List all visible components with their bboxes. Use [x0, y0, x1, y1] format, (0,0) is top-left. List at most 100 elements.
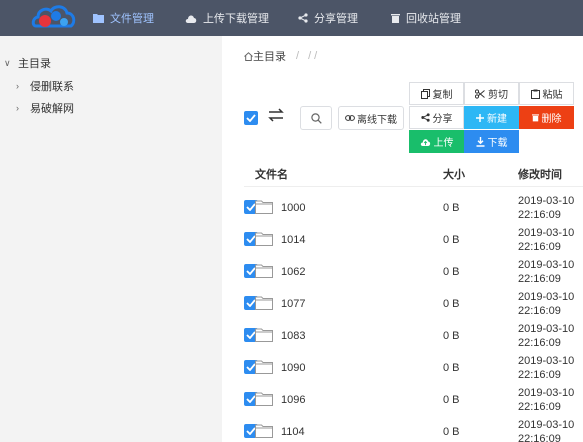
file-name[interactable]: 1104 [281, 426, 305, 438]
new-button[interactable]: 新建 [464, 106, 519, 129]
copy-label: 复制 [432, 90, 453, 101]
copy-icon [420, 88, 430, 99]
tree-node-child[interactable]: › 易破解网 [16, 100, 74, 116]
file-modified-time: 2019-03-10 22:16:09 [518, 195, 575, 221]
table-row[interactable]: 1062 0 B 2019-03-10 22:16:09 [222, 255, 583, 287]
offline-download-label: 离线下载 [357, 114, 397, 126]
chevron-down-icon[interactable]: ∨ [4, 58, 14, 69]
folder-icon [255, 264, 273, 278]
share-label: 分享 [432, 114, 453, 125]
paste-button[interactable]: 粘贴 [519, 82, 574, 105]
file-modified-time: 2019-03-10 22:16:09 [518, 387, 575, 413]
nav-file-management[interactable]: 文件管理 [93, 0, 154, 36]
delete-button[interactable]: 删除 [519, 106, 574, 129]
folder-icon [255, 232, 273, 246]
file-name[interactable]: 1062 [281, 266, 305, 278]
search-icon [310, 112, 322, 124]
cloud-icon [185, 14, 197, 23]
folder-icon [93, 14, 104, 23]
offline-download-button[interactable]: 离线下载 [338, 106, 404, 130]
plus-icon [476, 113, 484, 122]
nav-share-management[interactable]: 分享管理 [298, 0, 358, 36]
cut-label: 剪切 [488, 90, 508, 101]
breadcrumb-separator: / // [296, 50, 321, 62]
download-icon [476, 136, 484, 147]
tree-node-root-label: 主目录 [18, 58, 51, 70]
tree-node-root[interactable]: ∨ 主目录 [4, 55, 51, 71]
share-button[interactable]: 分享 [409, 106, 464, 129]
table-row[interactable]: 1000 0 B 2019-03-10 22:16:09 [222, 191, 583, 223]
file-size: 0 B [443, 362, 460, 374]
folder-icon [255, 360, 273, 374]
file-modified-time: 2019-03-10 22:16:09 [518, 227, 575, 253]
swap-arrows-icon[interactable] [268, 108, 284, 125]
clipboard-icon [530, 89, 540, 99]
table-row[interactable]: 1096 0 B 2019-03-10 22:16:09 [222, 383, 583, 415]
file-name[interactable]: 1000 [281, 202, 305, 214]
table-row[interactable]: 1083 0 B 2019-03-10 22:16:09 [222, 319, 583, 351]
file-list-panel: 主目录 / // 离线下载 复制 剪切 粘贴 分享 新建 删除 上传 下载 文件… [222, 36, 583, 442]
column-header-size[interactable]: 大小 [443, 166, 465, 182]
breadcrumb-root[interactable]: 主目录 [253, 48, 286, 64]
folder-icon [255, 392, 273, 406]
share-icon [420, 113, 430, 122]
file-size: 0 B [443, 394, 460, 406]
file-modified-time: 2019-03-10 22:16:09 [518, 419, 575, 442]
table-row[interactable]: 1014 0 B 2019-03-10 22:16:09 [222, 223, 583, 255]
column-header-name[interactable]: 文件名 [255, 166, 288, 182]
tree-node-child-label: 易破解网 [30, 103, 74, 115]
folder-icon [255, 296, 273, 310]
nav-share-management-label: 分享管理 [314, 13, 358, 25]
nav-recycle-bin-management-label: 回收站管理 [406, 13, 461, 25]
file-name[interactable]: 1014 [281, 234, 305, 246]
new-label: 新建 [487, 114, 507, 125]
link-icon [345, 115, 355, 121]
header-divider [244, 186, 583, 187]
share-icon [298, 13, 308, 23]
nav-recycle-bin-management[interactable]: 回收站管理 [391, 0, 461, 36]
upload-button[interactable]: 上传 [409, 130, 464, 153]
nav-transfer-management[interactable]: 上传下载管理 [185, 0, 269, 36]
breadcrumb: 主目录 / // [244, 48, 320, 64]
file-modified-time: 2019-03-10 22:16:09 [518, 323, 575, 349]
nav-transfer-management-label: 上传下载管理 [203, 13, 269, 25]
file-name[interactable]: 1096 [281, 394, 305, 406]
table-row[interactable]: 1077 0 B 2019-03-10 22:16:09 [222, 287, 583, 319]
trash-icon [531, 114, 539, 122]
home-icon[interactable] [244, 51, 253, 61]
file-size: 0 B [443, 202, 460, 214]
table-row[interactable]: 1104 0 B 2019-03-10 22:16:09 [222, 415, 583, 442]
upload-label: 上传 [433, 138, 454, 149]
chevron-right-icon[interactable]: › [16, 81, 26, 91]
select-all-checkbox[interactable] [244, 111, 258, 125]
file-name[interactable]: 1077 [281, 298, 305, 310]
app-logo[interactable] [30, 2, 78, 34]
scissors-icon [475, 88, 485, 99]
folder-icon [255, 328, 273, 342]
chevron-right-icon[interactable]: › [16, 103, 26, 113]
column-header-mtime[interactable]: 修改时间 [518, 166, 562, 182]
directory-tree-sidebar: ∨ 主目录 › 侵删联系 › 易破解网 [0, 36, 222, 442]
download-button[interactable]: 下载 [464, 130, 519, 153]
file-modified-time: 2019-03-10 22:16:09 [518, 291, 575, 317]
top-navigation-bar: 文件管理 上传下载管理 分享管理 回收站管理 [0, 0, 583, 36]
table-row[interactable]: 1090 0 B 2019-03-10 22:16:09 [222, 351, 583, 383]
search-button[interactable] [300, 106, 332, 130]
folder-icon [255, 200, 273, 214]
file-size: 0 B [443, 234, 460, 246]
copy-button[interactable]: 复制 [409, 82, 464, 105]
file-size: 0 B [443, 266, 460, 278]
file-name[interactable]: 1083 [281, 330, 305, 342]
cut-button[interactable]: 剪切 [464, 82, 519, 105]
folder-icon [255, 424, 273, 438]
file-modified-time: 2019-03-10 22:16:09 [518, 355, 575, 381]
file-size: 0 B [443, 298, 460, 310]
file-size: 0 B [443, 426, 460, 438]
cloud-upload-icon [420, 138, 430, 146]
nav-file-management-label: 文件管理 [110, 13, 154, 25]
tree-node-child-label: 侵删联系 [30, 81, 74, 93]
download-label: 下载 [487, 138, 508, 149]
file-name[interactable]: 1090 [281, 362, 305, 374]
delete-label: 删除 [541, 114, 562, 125]
tree-node-child[interactable]: › 侵删联系 [16, 78, 74, 94]
